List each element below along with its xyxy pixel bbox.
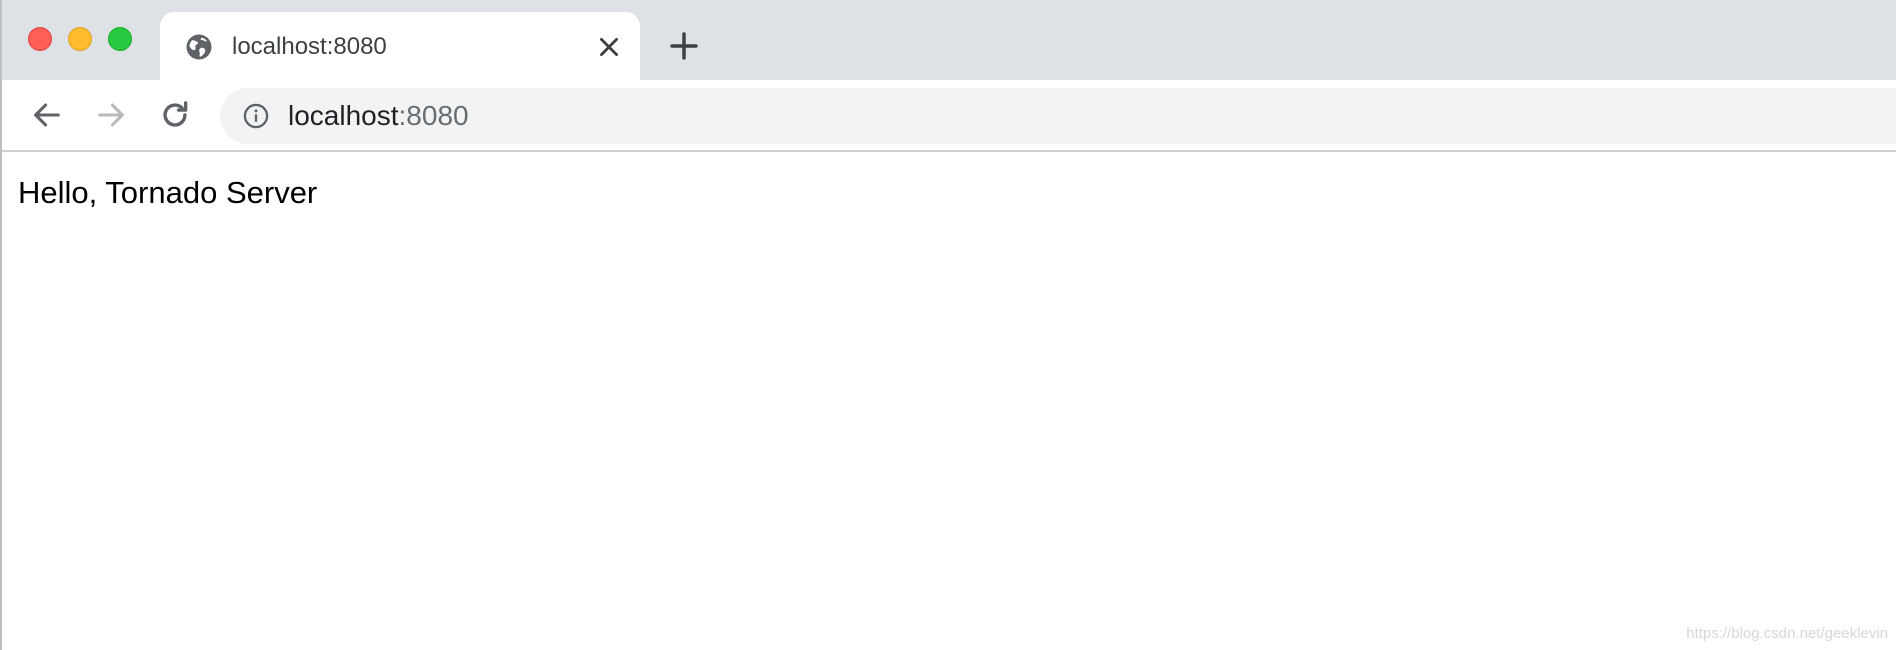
arrow-left-icon[interactable] — [30, 98, 64, 132]
globe-icon — [186, 34, 212, 60]
window-close-button[interactable] — [28, 27, 52, 51]
reload-icon[interactable] — [158, 98, 192, 132]
browser-window: localhost:8080 localhost:8080 Hello, Tor… — [0, 0, 1896, 650]
watermark: https://blog.csdn.net/geeklevin — [1686, 625, 1888, 642]
address-bar-url[interactable]: localhost:8080 — [288, 100, 469, 132]
arrow-right-icon[interactable] — [94, 98, 128, 132]
browser-tab-active[interactable]: localhost:8080 — [160, 12, 640, 80]
url-port: :8080 — [398, 100, 469, 131]
page-content: Hello, Tornado Server https://blog.csdn.… — [2, 152, 1896, 650]
window-minimize-button[interactable] — [68, 27, 92, 51]
tab-strip: localhost:8080 — [2, 0, 1896, 80]
window-maximize-button[interactable] — [108, 27, 132, 51]
plus-icon[interactable] — [668, 30, 700, 62]
page-body-text: Hello, Tornado Server — [18, 175, 318, 210]
close-icon[interactable] — [596, 34, 622, 60]
url-host: localhost — [288, 100, 399, 131]
tab-title: localhost:8080 — [232, 33, 387, 60]
address-bar[interactable]: localhost:8080 — [220, 88, 1896, 144]
browser-toolbar: localhost:8080 — [2, 80, 1896, 152]
info-icon[interactable] — [242, 102, 270, 130]
